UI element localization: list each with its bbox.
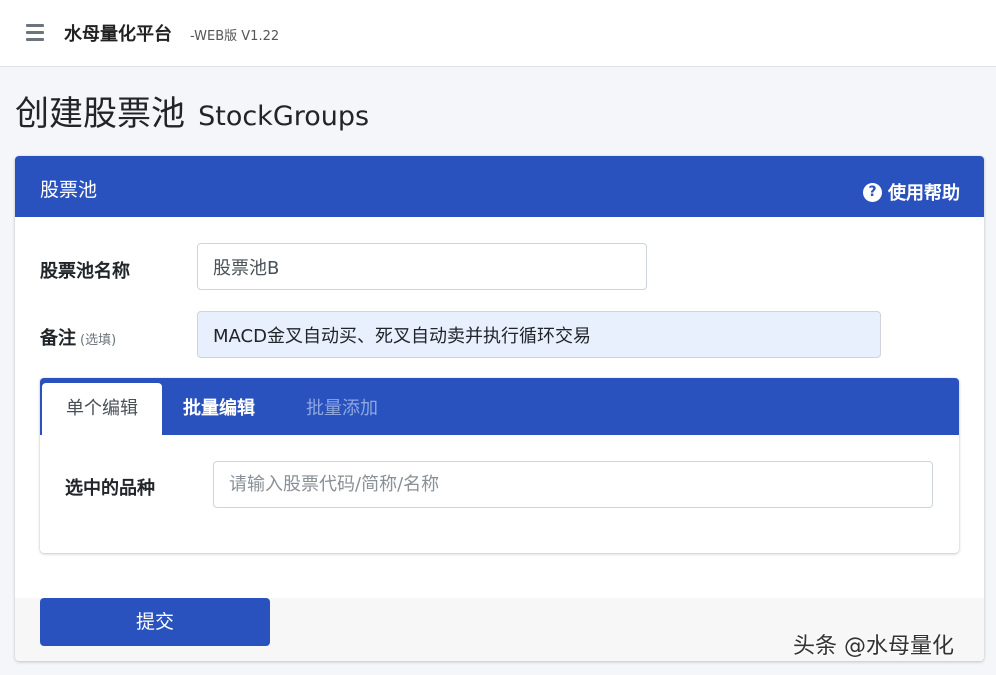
- card-title: 股票池: [40, 179, 98, 201]
- top-navbar: 水母量化平台 -WEB版 V1.22: [0, 0, 996, 67]
- watermark-text: 头条 @水母量化: [793, 634, 954, 659]
- page-title-cn: 创建股票池: [15, 94, 185, 134]
- tab-bar: 单个编辑 批量编辑 批量添加: [40, 378, 959, 435]
- help-link[interactable]: ? 使用帮助: [863, 179, 960, 205]
- remark-label: 备注 (选填): [40, 324, 116, 350]
- stock-search-input[interactable]: [213, 461, 933, 508]
- remark-input[interactable]: [197, 311, 881, 358]
- remark-label-text: 备注: [40, 328, 76, 349]
- pool-name-label: 股票池名称: [40, 257, 130, 283]
- tab-batch-edit[interactable]: 批量编辑: [183, 383, 255, 435]
- submit-button[interactable]: 提交: [40, 598, 270, 646]
- brand-version: -WEB版 V1.22: [190, 29, 280, 44]
- question-circle-icon: ?: [863, 182, 882, 202]
- page-title: 创建股票池 StockGroups: [15, 86, 369, 135]
- page-title-en: StockGroups: [198, 101, 370, 132]
- selected-symbol-label: 选中的品种: [65, 478, 155, 499]
- tab-single-edit[interactable]: 单个编辑: [42, 383, 162, 435]
- hamburger-menu-icon[interactable]: [26, 24, 44, 41]
- pool-name-label-text: 股票池名称: [40, 261, 130, 282]
- edit-tabs-card: 单个编辑 批量编辑 批量添加 选中的品种: [40, 378, 959, 553]
- card-header: 股票池 ? 使用帮助: [15, 156, 984, 217]
- tab-batch-add[interactable]: 批量添加: [306, 383, 378, 435]
- brand-title: 水母量化平台: [64, 24, 172, 45]
- remark-optional-hint: (选填): [80, 333, 117, 348]
- stock-pool-card: 股票池 ? 使用帮助 股票池名称 备注 (选填) 单个编辑 批量编辑 批量添加 选…: [15, 156, 984, 661]
- pool-name-input[interactable]: [197, 243, 647, 290]
- help-label: 使用帮助: [888, 183, 960, 204]
